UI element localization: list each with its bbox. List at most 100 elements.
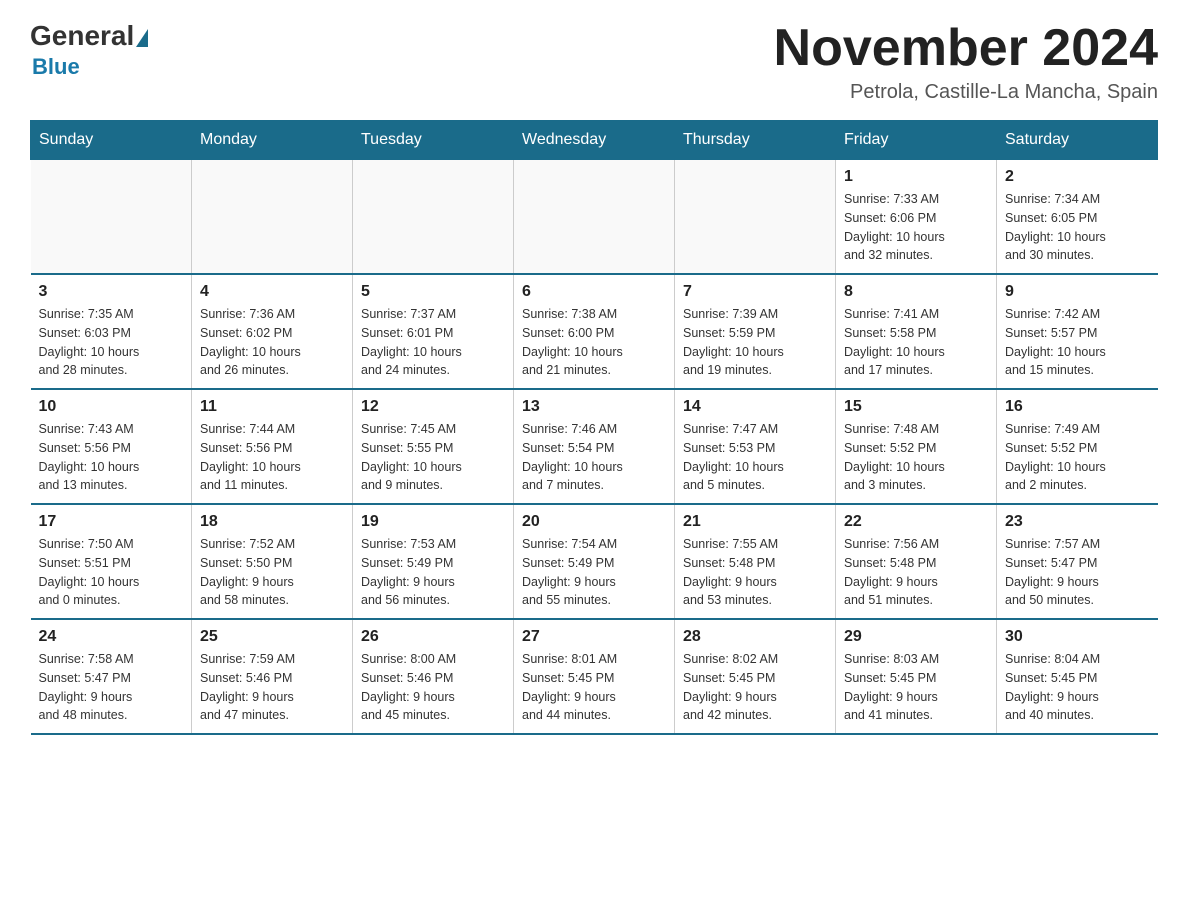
day-info: Sunrise: 7:33 AMSunset: 6:06 PMDaylight:… <box>844 190 988 265</box>
day-number: 29 <box>844 628 988 646</box>
day-number: 15 <box>844 398 988 416</box>
day-info: Sunrise: 7:57 AMSunset: 5:47 PMDaylight:… <box>1005 535 1150 610</box>
calendar-cell: 4 Sunrise: 7:36 AMSunset: 6:02 PMDaylight… <box>192 274 353 389</box>
calendar-week-row: 10 Sunrise: 7:43 AMSunset: 5:56 PMDayligh… <box>31 389 1158 504</box>
day-number: 10 <box>39 398 184 416</box>
calendar-table: SundayMondayTuesdayWednesdayThursdayFrid… <box>30 120 1158 735</box>
day-number: 22 <box>844 513 988 531</box>
day-number: 2 <box>1005 168 1150 186</box>
day-info: Sunrise: 7:35 AMSunset: 6:03 PMDaylight:… <box>39 305 184 380</box>
page-header: General Blue November 2024 Petrola, Cast… <box>30 20 1158 104</box>
day-number: 11 <box>200 398 344 416</box>
calendar-week-row: 3Sunrise: 7:35 AMSunset: 6:03 PMDaylight… <box>31 274 1158 389</box>
day-number: 7 <box>683 283 827 301</box>
calendar-cell: 22 Sunrise: 7:56 AMSunset: 5:48 PMDayligh… <box>836 504 997 619</box>
day-number: 28 <box>683 628 827 646</box>
calendar-cell <box>353 160 514 275</box>
day-info: Sunrise: 7:52 AMSunset: 5:50 PMDaylight:… <box>200 535 344 610</box>
day-of-week-header: Sunday <box>31 121 192 160</box>
day-info: Sunrise: 7:53 AMSunset: 5:49 PMDaylight:… <box>361 535 505 610</box>
calendar-cell: 19 Sunrise: 7:53 AMSunset: 5:49 PMDayligh… <box>353 504 514 619</box>
day-info: Sunrise: 7:43 AMSunset: 5:56 PMDaylight:… <box>39 420 184 495</box>
day-info: Sunrise: 8:03 AMSunset: 5:45 PMDaylight:… <box>844 650 988 725</box>
calendar-cell: 13Sunrise: 7:46 AMSunset: 5:54 PMDayligh… <box>514 389 675 504</box>
day-number: 5 <box>361 283 505 301</box>
calendar-cell: 17Sunrise: 7:50 AMSunset: 5:51 PMDayligh… <box>31 504 192 619</box>
logo: General Blue <box>30 20 150 80</box>
day-info: Sunrise: 7:39 AMSunset: 5:59 PMDaylight:… <box>683 305 827 380</box>
calendar-cell: 9 Sunrise: 7:42 AMSunset: 5:57 PMDaylight… <box>997 274 1158 389</box>
day-info: Sunrise: 7:56 AMSunset: 5:48 PMDaylight:… <box>844 535 988 610</box>
calendar-cell: 2 Sunrise: 7:34 AMSunset: 6:05 PMDaylight… <box>997 160 1158 275</box>
day-of-week-header: Monday <box>192 121 353 160</box>
calendar-cell: 24Sunrise: 7:58 AMSunset: 5:47 PMDayligh… <box>31 619 192 734</box>
day-info: Sunrise: 7:41 AMSunset: 5:58 PMDaylight:… <box>844 305 988 380</box>
day-info: Sunrise: 7:50 AMSunset: 5:51 PMDaylight:… <box>39 535 184 610</box>
calendar-cell: 20 Sunrise: 7:54 AMSunset: 5:49 PMDayligh… <box>514 504 675 619</box>
calendar-cell: 10 Sunrise: 7:43 AMSunset: 5:56 PMDayligh… <box>31 389 192 504</box>
calendar-cell: 15 Sunrise: 7:48 AMSunset: 5:52 PMDayligh… <box>836 389 997 504</box>
day-info: Sunrise: 7:42 AMSunset: 5:57 PMDaylight:… <box>1005 305 1150 380</box>
calendar-cell: 18 Sunrise: 7:52 AMSunset: 5:50 PMDayligh… <box>192 504 353 619</box>
day-info: Sunrise: 8:04 AMSunset: 5:45 PMDaylight:… <box>1005 650 1150 725</box>
month-title: November 2024 <box>774 20 1158 77</box>
calendar-week-row: 17Sunrise: 7:50 AMSunset: 5:51 PMDayligh… <box>31 504 1158 619</box>
calendar-cell: 21 Sunrise: 7:55 AMSunset: 5:48 PMDayligh… <box>675 504 836 619</box>
calendar-cell: 26 Sunrise: 8:00 AMSunset: 5:46 PMDayligh… <box>353 619 514 734</box>
day-info: Sunrise: 7:37 AMSunset: 6:01 PMDaylight:… <box>361 305 505 380</box>
day-info: Sunrise: 7:45 AMSunset: 5:55 PMDaylight:… <box>361 420 505 495</box>
day-number: 19 <box>361 513 505 531</box>
calendar-header-row: SundayMondayTuesdayWednesdayThursdayFrid… <box>31 121 1158 160</box>
day-info: Sunrise: 7:34 AMSunset: 6:05 PMDaylight:… <box>1005 190 1150 265</box>
day-info: Sunrise: 8:01 AMSunset: 5:45 PMDaylight:… <box>522 650 666 725</box>
title-section: November 2024 Petrola, Castille-La Manch… <box>774 20 1158 104</box>
day-number: 1 <box>844 168 988 186</box>
calendar-cell: 11 Sunrise: 7:44 AMSunset: 5:56 PMDayligh… <box>192 389 353 504</box>
day-number: 24 <box>39 628 184 646</box>
day-info: Sunrise: 7:44 AMSunset: 5:56 PMDaylight:… <box>200 420 344 495</box>
day-of-week-header: Tuesday <box>353 121 514 160</box>
day-number: 9 <box>1005 283 1150 301</box>
day-info: Sunrise: 7:54 AMSunset: 5:49 PMDaylight:… <box>522 535 666 610</box>
calendar-cell: 27 Sunrise: 8:01 AMSunset: 5:45 PMDayligh… <box>514 619 675 734</box>
calendar-cell: 5 Sunrise: 7:37 AMSunset: 6:01 PMDaylight… <box>353 274 514 389</box>
calendar-week-row: 24Sunrise: 7:58 AMSunset: 5:47 PMDayligh… <box>31 619 1158 734</box>
calendar-cell: 7 Sunrise: 7:39 AMSunset: 5:59 PMDaylight… <box>675 274 836 389</box>
calendar-cell <box>31 160 192 275</box>
day-of-week-header: Thursday <box>675 121 836 160</box>
logo-triangle-icon <box>136 29 148 47</box>
location-text: Petrola, Castille-La Mancha, Spain <box>774 81 1158 104</box>
day-info: Sunrise: 8:02 AMSunset: 5:45 PMDaylight:… <box>683 650 827 725</box>
day-number: 12 <box>361 398 505 416</box>
day-info: Sunrise: 7:49 AMSunset: 5:52 PMDaylight:… <box>1005 420 1150 495</box>
day-info: Sunrise: 8:00 AMSunset: 5:46 PMDaylight:… <box>361 650 505 725</box>
day-number: 30 <box>1005 628 1150 646</box>
day-number: 21 <box>683 513 827 531</box>
day-number: 6 <box>522 283 666 301</box>
day-number: 18 <box>200 513 344 531</box>
day-number: 4 <box>200 283 344 301</box>
day-info: Sunrise: 7:59 AMSunset: 5:46 PMDaylight:… <box>200 650 344 725</box>
calendar-cell: 16Sunrise: 7:49 AMSunset: 5:52 PMDayligh… <box>997 389 1158 504</box>
calendar-cell: 3Sunrise: 7:35 AMSunset: 6:03 PMDaylight… <box>31 274 192 389</box>
day-number: 13 <box>522 398 666 416</box>
day-of-week-header: Friday <box>836 121 997 160</box>
day-of-week-header: Wednesday <box>514 121 675 160</box>
calendar-week-row: 1 Sunrise: 7:33 AMSunset: 6:06 PMDaylight… <box>31 160 1158 275</box>
calendar-cell: 14Sunrise: 7:47 AMSunset: 5:53 PMDayligh… <box>675 389 836 504</box>
day-info: Sunrise: 7:48 AMSunset: 5:52 PMDaylight:… <box>844 420 988 495</box>
day-info: Sunrise: 7:36 AMSunset: 6:02 PMDaylight:… <box>200 305 344 380</box>
day-number: 27 <box>522 628 666 646</box>
day-number: 20 <box>522 513 666 531</box>
calendar-cell: 8Sunrise: 7:41 AMSunset: 5:58 PMDaylight… <box>836 274 997 389</box>
calendar-cell: 28 Sunrise: 8:02 AMSunset: 5:45 PMDayligh… <box>675 619 836 734</box>
day-info: Sunrise: 7:38 AMSunset: 6:00 PMDaylight:… <box>522 305 666 380</box>
day-info: Sunrise: 7:55 AMSunset: 5:48 PMDaylight:… <box>683 535 827 610</box>
logo-blue-text: Blue <box>32 54 80 80</box>
day-number: 26 <box>361 628 505 646</box>
day-info: Sunrise: 7:47 AMSunset: 5:53 PMDaylight:… <box>683 420 827 495</box>
calendar-cell: 6 Sunrise: 7:38 AMSunset: 6:00 PMDaylight… <box>514 274 675 389</box>
calendar-cell: 1 Sunrise: 7:33 AMSunset: 6:06 PMDaylight… <box>836 160 997 275</box>
calendar-cell: 12 Sunrise: 7:45 AMSunset: 5:55 PMDayligh… <box>353 389 514 504</box>
calendar-cell: 30 Sunrise: 8:04 AMSunset: 5:45 PMDayligh… <box>997 619 1158 734</box>
